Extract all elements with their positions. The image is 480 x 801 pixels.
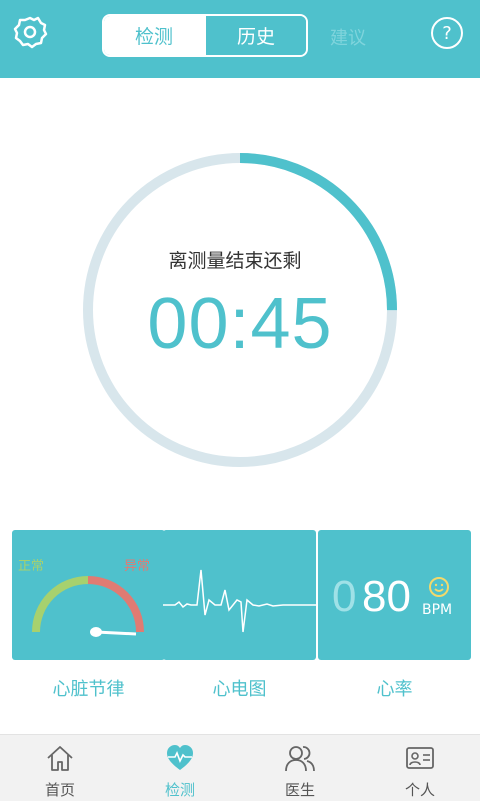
heart-rate-label: 心率	[376, 679, 413, 700]
gear-icon[interactable]	[12, 14, 48, 50]
hidden-tab-text: 建议	[330, 28, 366, 49]
countdown-time: 00:45	[147, 284, 333, 364]
heart-rate-value: 80	[362, 572, 411, 621]
nav-home[interactable]: 首页	[0, 735, 120, 801]
doctors-icon	[285, 746, 315, 772]
heart-rhythm-card[interactable]	[12, 530, 165, 660]
ecg-label: 心电图	[212, 679, 267, 700]
ecg-card[interactable]	[163, 530, 316, 660]
ecg-waveform-icon	[163, 569, 316, 633]
smile-icon	[429, 577, 449, 597]
gauge-abnormal-label: 异常	[124, 559, 151, 574]
nav-detect[interactable]: 检测	[120, 735, 240, 801]
id-card-icon	[406, 747, 434, 769]
nav-profile-label: 个人	[404, 781, 435, 799]
mode-switch: 检测 历史	[102, 14, 308, 57]
nav-detect-label: 检测	[164, 781, 195, 799]
home-icon	[47, 746, 73, 771]
heart-rate-unit: BPM	[422, 602, 453, 618]
heart-rate-leading-digit: 0	[332, 572, 357, 621]
countdown-label-wrap: 离测量结束还剩	[0, 246, 480, 273]
nav-home-label: 首页	[44, 781, 75, 799]
tab-history[interactable]: 历史	[204, 16, 306, 55]
heart-pulse-icon	[167, 745, 193, 770]
nav-profile[interactable]: 个人	[360, 735, 480, 801]
nav-doctor[interactable]: 医生	[240, 735, 360, 801]
nav-doctor-label: 医生	[284, 781, 315, 799]
countdown-label: 离测量结束还剩	[168, 250, 302, 272]
gauge-icon	[32, 576, 144, 637]
svg-text:?: ?	[442, 23, 452, 44]
tab-detect[interactable]: 检测	[104, 16, 204, 55]
top-bar: 检测 历史 建议 ?	[0, 0, 480, 78]
help-icon[interactable]: ?	[430, 16, 464, 50]
heart-rhythm-label: 心脏节律	[52, 679, 125, 700]
gauge-normal-label: 正常	[18, 559, 45, 574]
bottom-nav: 首页 检测 医生 个人	[0, 734, 480, 801]
